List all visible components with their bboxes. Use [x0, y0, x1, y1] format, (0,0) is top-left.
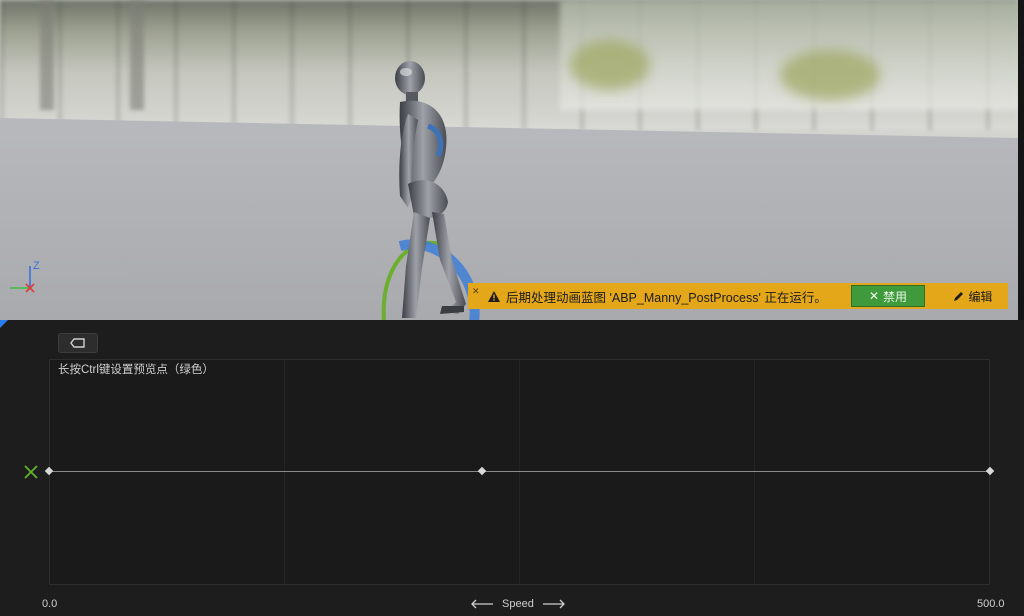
warning-message: 后期处理动画蓝图 'ABP_Manny_PostProcess' 正在运行。 — [506, 290, 827, 305]
x-marker-icon[interactable] — [24, 465, 38, 479]
preview-viewport[interactable]: Z ✕ 后期处理动画蓝图 'ABP_Manny_PostProcess' 正在运… — [0, 0, 1018, 320]
background-bush — [780, 50, 880, 100]
blendspace-editor: 长按Ctrl键设置预览点（绿色） 0.0 500.0 Speed — [0, 320, 1024, 616]
postprocess-warning-bar: ✕ 后期处理动画蓝图 'ABP_Manny_PostProcess' 正在运行。… — [468, 283, 1008, 309]
background-pillar — [40, 0, 54, 110]
disable-button-label: 禁用 — [883, 289, 908, 304]
background-bush — [570, 40, 650, 90]
grid-line — [284, 360, 285, 584]
back-tab-icon — [70, 338, 85, 348]
blendspace-axis-line — [49, 471, 990, 472]
axis-name: Speed — [502, 598, 534, 610]
edit-button-label: 编辑 — [968, 289, 993, 304]
disable-button[interactable]: ✕ 禁用 — [851, 285, 925, 307]
panel-corner-marker — [0, 320, 8, 328]
mannequin-character[interactable] — [370, 56, 490, 320]
axis-min-label: 0.0 — [42, 598, 58, 610]
close-icon[interactable]: ✕ — [472, 286, 480, 297]
arrow-left-icon — [471, 599, 493, 609]
edit-button[interactable]: 编辑 — [942, 285, 1004, 307]
axis-max-label: 500.0 — [977, 598, 1005, 610]
axis-gizmo-icon: Z — [10, 260, 40, 293]
ctrl-hint-text: 长按Ctrl键设置预览点（绿色） — [58, 364, 214, 376]
grid-line — [519, 360, 520, 584]
back-tab-button[interactable] — [58, 333, 98, 353]
blendspace-grid[interactable]: 长按Ctrl键设置预览点（绿色） — [49, 359, 990, 585]
axis-z-label: Z — [33, 260, 40, 272]
axis-title: Speed — [470, 596, 566, 612]
warning-triangle-icon — [488, 290, 500, 302]
pencil-icon — [954, 291, 964, 301]
grid-line — [754, 360, 755, 584]
arrow-right-icon — [542, 599, 565, 609]
close-icon: ✕ — [868, 289, 880, 303]
background-pillar — [130, 0, 144, 110]
